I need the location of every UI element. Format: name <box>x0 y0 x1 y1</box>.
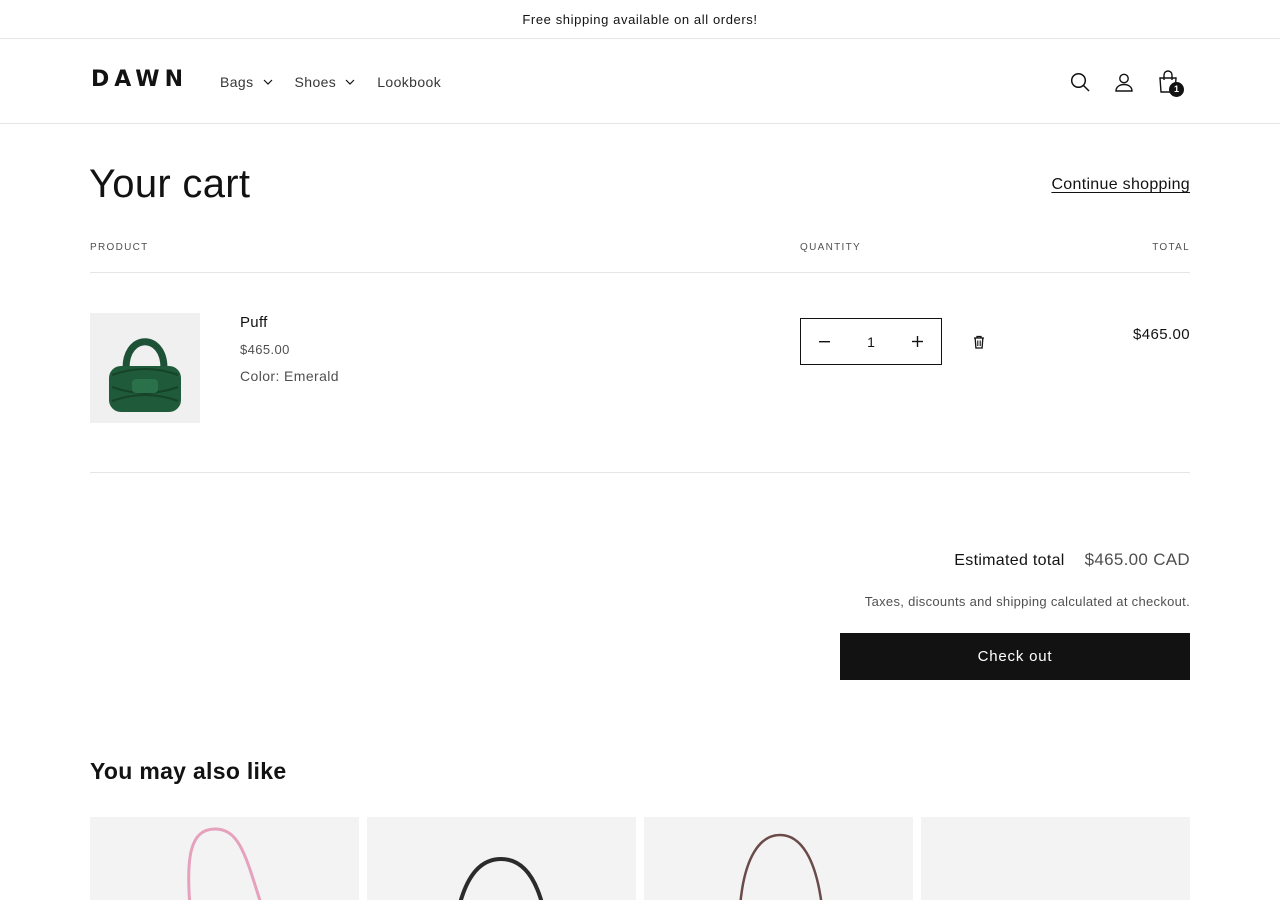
product-card[interactable] <box>367 817 636 900</box>
column-header-total: TOTAL <box>1152 242 1190 253</box>
account-icon[interactable] <box>1102 60 1146 104</box>
cart-icon[interactable]: 1 <box>1146 60 1190 104</box>
column-header-quantity: QUANTITY <box>800 242 861 253</box>
remove-item-button[interactable] <box>967 330 991 354</box>
product-image[interactable] <box>90 313 200 423</box>
product-card[interactable] <box>90 817 359 900</box>
plus-icon <box>912 336 923 347</box>
quantity-stepper: 1 <box>800 318 942 365</box>
quantity-input[interactable]: 1 <box>848 334 894 350</box>
product-card[interactable] <box>644 817 913 900</box>
product-name[interactable]: Puff <box>240 314 268 331</box>
estimated-total-row: Estimated total $465.00 CAD <box>954 550 1190 570</box>
nav-label: Bags <box>220 73 254 90</box>
site-header: DAWN Bags Shoes Lookbook 1 <box>0 39 1280 124</box>
nav-label: Shoes <box>294 73 337 90</box>
checkout-button[interactable]: Check out <box>840 633 1190 680</box>
chevron-down-icon <box>345 79 355 85</box>
recommendations-title: You may also like <box>90 758 287 784</box>
search-icon[interactable] <box>1058 60 1102 104</box>
header-icons: 1 <box>1058 39 1190 124</box>
main-nav: Bags Shoes Lookbook <box>220 39 463 124</box>
product-option: Color: Emerald <box>240 368 339 384</box>
tax-note: Taxes, discounts and shipping calculated… <box>864 594 1190 609</box>
nav-label: Lookbook <box>377 73 442 90</box>
announcement-text: Free shipping available on all orders! <box>522 11 758 27</box>
cart-divider <box>90 472 1190 473</box>
chevron-down-icon <box>263 79 273 85</box>
nav-item-bags[interactable]: Bags <box>220 74 273 90</box>
page-title: Your cart <box>89 162 251 206</box>
continue-shopping-link[interactable]: Continue shopping <box>1051 176 1190 194</box>
announcement-bar: Free shipping available on all orders! <box>0 0 1280 39</box>
line-total: $465.00 <box>1132 326 1190 343</box>
product-card[interactable] <box>921 817 1190 900</box>
table-divider <box>90 272 1190 273</box>
estimated-total-label: Estimated total <box>954 552 1065 569</box>
increase-quantity-button[interactable] <box>894 319 941 364</box>
estimated-total-value: $465.00 CAD <box>1084 550 1190 569</box>
trash-icon <box>974 335 984 349</box>
cart-count-badge: 1 <box>1169 81 1184 97</box>
logo[interactable]: DAWN <box>91 67 188 92</box>
decrease-quantity-button[interactable] <box>801 319 848 364</box>
column-header-product: PRODUCT <box>90 242 149 253</box>
nav-item-shoes[interactable]: Shoes <box>295 74 356 90</box>
nav-item-lookbook[interactable]: Lookbook <box>377 74 441 90</box>
product-price: $465.00 <box>240 342 290 357</box>
minus-icon <box>819 340 830 342</box>
